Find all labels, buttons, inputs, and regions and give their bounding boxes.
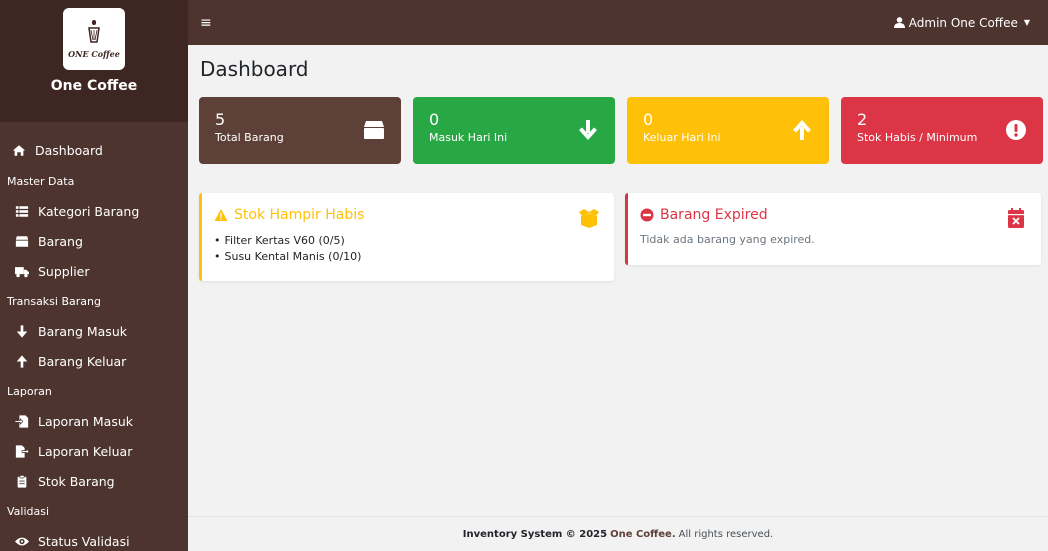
box-icon: [363, 119, 385, 141]
eye-icon: [14, 534, 30, 548]
card-keluar-hari-ini: 0 Keluar Hari Ini: [627, 97, 829, 164]
sidebar-item-dashboard[interactable]: Dashboard: [0, 134, 188, 166]
list-icon: [14, 204, 30, 218]
sidebar-item-label: Dashboard: [35, 142, 103, 158]
sidebar: ONE Coffee One Coffee Dashboard Master D…: [0, 0, 188, 551]
sidebar-item-barang-keluar[interactable]: Barang Keluar: [0, 346, 188, 376]
minus-circle-icon: [640, 208, 654, 222]
sidebar-nav: Dashboard Master Data Kategori Barang Ba…: [0, 122, 188, 551]
footer-rights: All rights reserved.: [678, 528, 774, 540]
brand: ONE Coffee One Coffee: [0, 0, 188, 122]
nav-heading-master-data: Master Data: [7, 174, 75, 188]
low-stock-title-text: Stok Hampir Habis: [234, 207, 365, 223]
page-title: Dashboard: [200, 57, 309, 81]
caret-down-icon: ▼: [1023, 18, 1030, 27]
topbar: ≡ Admin One Coffee ▼: [188, 0, 1048, 45]
low-stock-title: Stok Hampir Habis: [214, 207, 364, 223]
sidebar-item-label: Laporan Masuk: [38, 413, 134, 429]
sidebar-item-label: Barang: [38, 233, 83, 249]
sidebar-item-stok-barang[interactable]: Stok Barang: [0, 466, 188, 496]
sidebar-item-label: Laporan Keluar: [38, 443, 133, 459]
low-stock-list: Filter Kertas V60 (0/5) Susu Kental Mani…: [214, 233, 362, 265]
arrow-up-icon: [791, 119, 813, 141]
expired-title-text: Barang Expired: [660, 207, 768, 223]
low-stock-panel: Stok Hampir Habis Filter Kertas V60 (0/5…: [199, 193, 614, 281]
nav-heading-transaksi: Transaksi Barang: [7, 294, 101, 308]
exclamation-circle-icon: [1005, 119, 1027, 141]
sidebar-item-status-validasi[interactable]: Status Validasi: [0, 526, 188, 551]
main-content: Dashboard 5 Total Barang 0 Masuk Hari In…: [188, 45, 1048, 516]
box-open-icon: [578, 207, 600, 229]
truck-icon: [14, 264, 30, 278]
calendar-x-icon: [1005, 207, 1027, 229]
sidebar-item-label: Stok Barang: [38, 473, 115, 489]
card-total-barang: 5 Total Barang: [199, 97, 401, 164]
clipboard-icon: [14, 474, 30, 488]
arrow-down-icon: [577, 119, 599, 141]
logo-text: ONE Coffee: [68, 48, 120, 59]
footer-prefix: Inventory System © 2025: [462, 528, 608, 540]
file-export-icon: [14, 444, 30, 458]
coffee-logo-icon: [83, 19, 105, 48]
nav-heading-laporan: Laporan: [7, 384, 52, 398]
sidebar-item-label: Barang Masuk: [38, 323, 127, 339]
expired-title: Barang Expired: [640, 207, 768, 223]
expired-panel: Barang Expired Tidak ada barang yang exp…: [625, 193, 1041, 265]
sidebar-item-label: Supplier: [38, 263, 90, 279]
arrow-down-icon: [14, 324, 30, 338]
sidebar-item-laporan-masuk[interactable]: Laporan Masuk: [0, 406, 188, 436]
arrow-up-icon: [14, 354, 30, 368]
sidebar-item-barang-masuk[interactable]: Barang Masuk: [0, 316, 188, 346]
card-stok-habis: 2 Stok Habis / Minimum: [841, 97, 1043, 164]
list-item: Filter Kertas V60 (0/5): [214, 233, 361, 249]
home-icon: [11, 143, 27, 157]
nav-heading-validasi: Validasi: [7, 504, 50, 518]
footer-brand: One Coffee.: [610, 528, 676, 540]
card-masuk-hari-ini: 0 Masuk Hari Ini: [413, 97, 615, 164]
user-icon: [893, 17, 905, 28]
sidebar-item-label: Status Validasi: [38, 533, 130, 549]
warning-icon: [214, 209, 228, 221]
expired-message: Tidak ada barang yang expired.: [640, 233, 815, 246]
menu-toggle-icon[interactable]: ≡: [200, 15, 212, 31]
sidebar-item-label: Barang Keluar: [38, 353, 127, 369]
user-name: Admin One Coffee: [908, 15, 1018, 30]
sidebar-item-kategori-barang[interactable]: Kategori Barang: [0, 196, 188, 226]
user-menu[interactable]: Admin One Coffee ▼: [893, 15, 1030, 30]
stat-cards: 5 Total Barang 0 Masuk Hari Ini 0 Keluar…: [199, 97, 1043, 164]
box-icon: [14, 234, 30, 248]
brand-logo[interactable]: ONE Coffee: [63, 8, 125, 70]
sidebar-item-laporan-keluar[interactable]: Laporan Keluar: [0, 436, 188, 466]
brand-name: One Coffee: [50, 78, 138, 94]
sidebar-item-label: Kategori Barang: [38, 203, 140, 219]
sidebar-item-barang[interactable]: Barang: [0, 226, 188, 256]
list-item: Susu Kental Manis (0/10): [214, 249, 362, 265]
file-import-icon: [14, 414, 30, 428]
sidebar-item-supplier[interactable]: Supplier: [0, 256, 188, 286]
footer: Inventory System © 2025 One Coffee. All …: [188, 516, 1048, 551]
